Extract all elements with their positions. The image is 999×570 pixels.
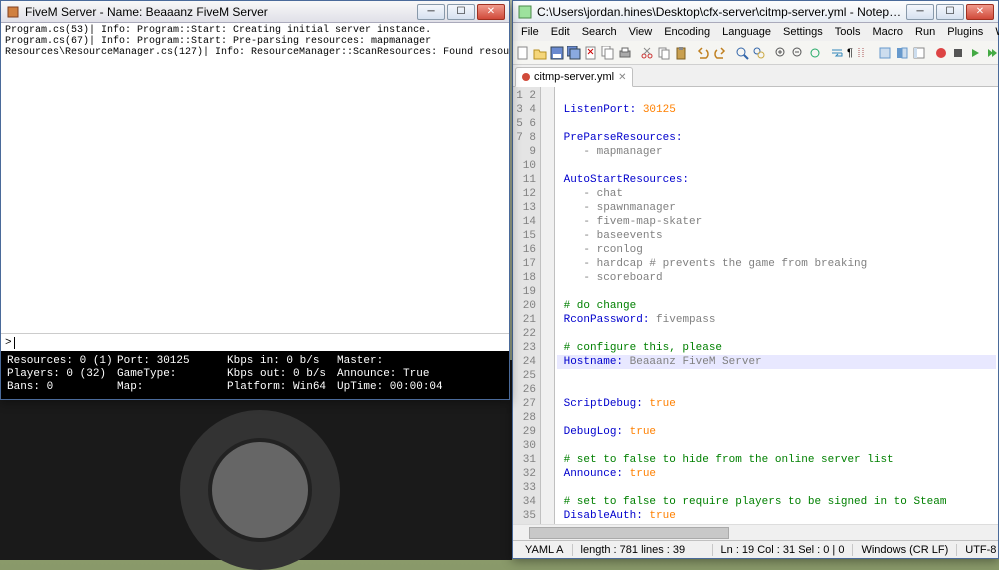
folder-panel-icon[interactable] [894,43,910,63]
cut-icon[interactable] [639,43,655,63]
status-lang: YAML A [517,544,573,556]
new-file-icon[interactable] [515,43,531,63]
status-eol: Windows (CR LF) [853,544,957,556]
play-macro-icon[interactable] [967,43,983,63]
menu-run[interactable]: Run [909,25,941,39]
menu-macro[interactable]: Macro [866,25,909,39]
print-icon[interactable] [617,43,633,63]
save-icon[interactable] [549,43,565,63]
npp-app-icon [517,4,533,20]
maximize-button[interactable]: ☐ [447,4,475,20]
stat-platform: Platform: Win64 [227,381,337,394]
menu-search[interactable]: Search [576,25,623,39]
menu-window[interactable]: Window [989,25,999,39]
menu-settings[interactable]: Settings [777,25,829,39]
stat-players: Players: 0 (32) [7,368,117,381]
menu-edit[interactable]: Edit [545,25,576,39]
doc-map-icon[interactable] [911,43,927,63]
menu-language[interactable]: Language [716,25,777,39]
copy-icon[interactable] [656,43,672,63]
paste-icon[interactable] [673,43,689,63]
npp-titlebar[interactable]: C:\Users\jordan.hines\Desktop\cfx-server… [513,1,998,23]
stop-macro-icon[interactable] [950,43,966,63]
close-all-icon[interactable] [600,43,616,63]
stat-port: Port: 30125 [117,355,227,368]
tab-bar: citmp-server.yml ✕ [513,65,998,87]
toolbar: ¶ [513,41,998,65]
unsaved-dot-icon [522,73,530,81]
stat-uptime: UpTime: 00:00:04 [337,381,457,394]
close-button[interactable]: ✕ [477,4,505,20]
console-input[interactable]: > [1,333,509,351]
menu-file[interactable]: File [515,25,545,39]
scrollbar-thumb[interactable] [529,527,729,539]
menubar: File Edit Search View Encoding Language … [513,23,998,41]
fivem-title: FiveM Server - Name: Beaaanz FiveM Serve… [25,5,417,19]
stat-map: Map: [117,381,227,394]
stat-resources: Resources: 0 (1) [7,355,117,368]
find-icon[interactable] [734,43,750,63]
indent-guide-icon[interactable] [855,43,871,63]
show-all-chars-icon[interactable]: ¶ [846,43,854,63]
undo-icon[interactable] [695,43,711,63]
stat-master: Master: [337,355,457,368]
notepadpp-window: C:\Users\jordan.hines\Desktop\cfx-server… [512,0,999,559]
maximize-button[interactable]: ☐ [936,4,964,20]
stat-bans: Bans: 0 [7,381,117,394]
status-position: Ln : 19 Col : 31 Sel : 0 | 0 [713,544,854,556]
statusbar: YAML A length : 781 lines : 39 Ln : 19 C… [513,540,998,558]
wordwrap-icon[interactable] [829,43,845,63]
horizontal-scrollbar[interactable] [513,524,998,540]
menu-tools[interactable]: Tools [829,25,867,39]
stat-gametype: GameType: [117,368,227,381]
menu-encoding[interactable]: Encoding [658,25,716,39]
fivem-titlebar[interactable]: FiveM Server - Name: Beaaanz FiveM Serve… [1,1,509,23]
play-multi-icon[interactable] [984,43,998,63]
record-macro-icon[interactable] [933,43,949,63]
stat-kbps-in: Kbps in: 0 b/s [227,355,337,368]
server-stats-panel: Resources: 0 (1) Port: 30125 Kbps in: 0 … [1,351,509,399]
tab-citmp-server[interactable]: citmp-server.yml ✕ [515,67,633,87]
close-button[interactable]: ✕ [966,4,994,20]
npp-title: C:\Users\jordan.hines\Desktop\cfx-server… [537,5,906,19]
text-cursor [14,337,15,349]
minimize-button[interactable]: ─ [417,4,445,20]
tab-close-icon[interactable]: ✕ [618,72,626,83]
zoom-in-icon[interactable] [773,43,789,63]
sync-icon[interactable] [807,43,823,63]
status-length: length : 781 lines : 39 [573,544,713,556]
minimize-button[interactable]: ─ [906,4,934,20]
stat-announce: Announce: True [337,368,457,381]
editor-area[interactable]: ListenPort: 30125 PreParseResources: - m… [555,87,998,524]
function-list-icon[interactable] [877,43,893,63]
console-log-area: Program.cs(53)| Info: Program::Start: Cr… [1,23,509,333]
status-encoding: UTF-8 [957,544,999,556]
menu-plugins[interactable]: Plugins [941,25,989,39]
save-all-icon[interactable] [566,43,582,63]
redo-icon[interactable] [712,43,728,63]
fivem-app-icon [5,4,21,20]
tab-label: citmp-server.yml [534,71,614,83]
open-file-icon[interactable] [532,43,548,63]
menu-view[interactable]: View [623,25,659,39]
fivem-server-window: FiveM Server - Name: Beaaanz FiveM Serve… [0,0,510,400]
line-number-gutter: 1 2 3 4 5 6 7 8 9 10 11 12 13 14 15 16 1… [513,87,541,524]
zoom-out-icon[interactable] [790,43,806,63]
stat-kbps-out: Kbps out: 0 b/s [227,368,337,381]
close-file-icon[interactable] [583,43,599,63]
replace-icon[interactable] [751,43,767,63]
fold-gutter[interactable] [541,87,555,524]
